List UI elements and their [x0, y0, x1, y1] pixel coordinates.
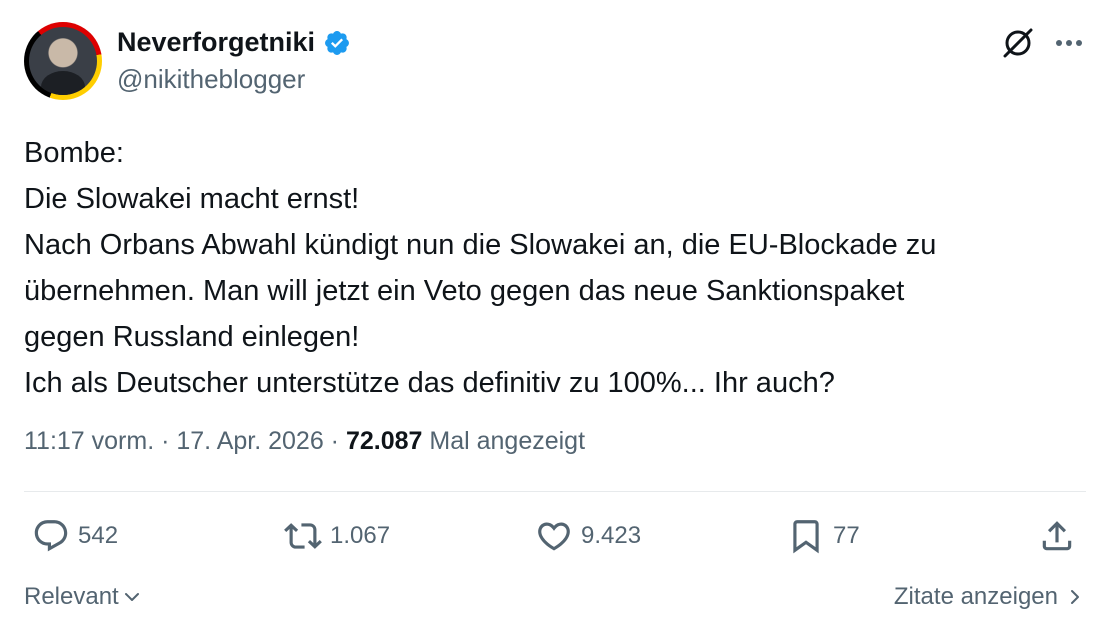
reply-button[interactable]: 542	[32, 517, 118, 555]
reply-icon	[34, 520, 68, 552]
like-button[interactable]: 9.423	[535, 517, 641, 555]
tweet-line: übernehmen. Man will jetzt ein Veto gege…	[24, 275, 905, 307]
tweet-date[interactable]: 17. Apr. 2026	[176, 427, 323, 455]
avatar[interactable]	[24, 22, 102, 100]
repost-count: 1.067	[330, 522, 391, 549]
sort-label: Relevant	[24, 583, 119, 610]
author-name[interactable]: Neverforgetniki	[117, 27, 315, 58]
tweet-text: Bombe: Die Slowakei macht ernst! Nach Or…	[24, 130, 1094, 406]
views-count: 72.087	[345, 427, 423, 455]
tweet-meta: 11:17 vorm. · 17. Apr. 2026 · 72.087 Mal…	[24, 427, 585, 456]
tweet-line: Ich als Deutscher unterstütze das defini…	[24, 367, 835, 399]
like-icon	[538, 522, 570, 551]
chevron-down-icon	[124, 593, 139, 601]
tweet-line: Bombe:	[24, 137, 124, 169]
tweet-time[interactable]: 11:17 vorm.	[24, 427, 154, 455]
bookmark-button[interactable]: 77	[787, 517, 860, 555]
grok-icon[interactable]	[1001, 26, 1035, 60]
avatar-photo	[29, 27, 97, 95]
bookmark-count: 77	[833, 522, 860, 549]
meta-separator: ·	[154, 427, 177, 455]
share-icon	[1042, 521, 1072, 551]
view-quotes-link[interactable]: Zitate anzeigen	[894, 583, 1084, 611]
author-name-row: Neverforgetniki	[117, 27, 351, 58]
sort-replies-dropdown[interactable]: Relevant	[24, 583, 141, 611]
divider	[24, 491, 1086, 492]
repost-icon	[284, 523, 322, 549]
like-count: 9.423	[581, 522, 642, 549]
meta-separator: ·	[323, 427, 346, 455]
author-handle[interactable]: @nikitheblogger	[117, 64, 305, 95]
chevron-right-icon	[1071, 590, 1079, 604]
tweet-line: Die Slowakei macht ernst!	[24, 183, 360, 215]
share-button[interactable]	[1038, 517, 1076, 555]
tweet-line: Nach Orbans Abwahl kündigt nun die Slowa…	[24, 229, 937, 261]
quotes-label: Zitate anzeigen	[893, 583, 1058, 610]
more-icon[interactable]	[1052, 28, 1086, 58]
verified-badge-icon	[325, 30, 350, 55]
bookmark-icon	[793, 520, 819, 554]
repost-button[interactable]: 1.067	[284, 517, 390, 555]
views-label: Mal angezeigt	[429, 427, 586, 455]
reply-count: 542	[78, 522, 119, 549]
tweet-line: gegen Russland einlegen!	[24, 321, 360, 353]
